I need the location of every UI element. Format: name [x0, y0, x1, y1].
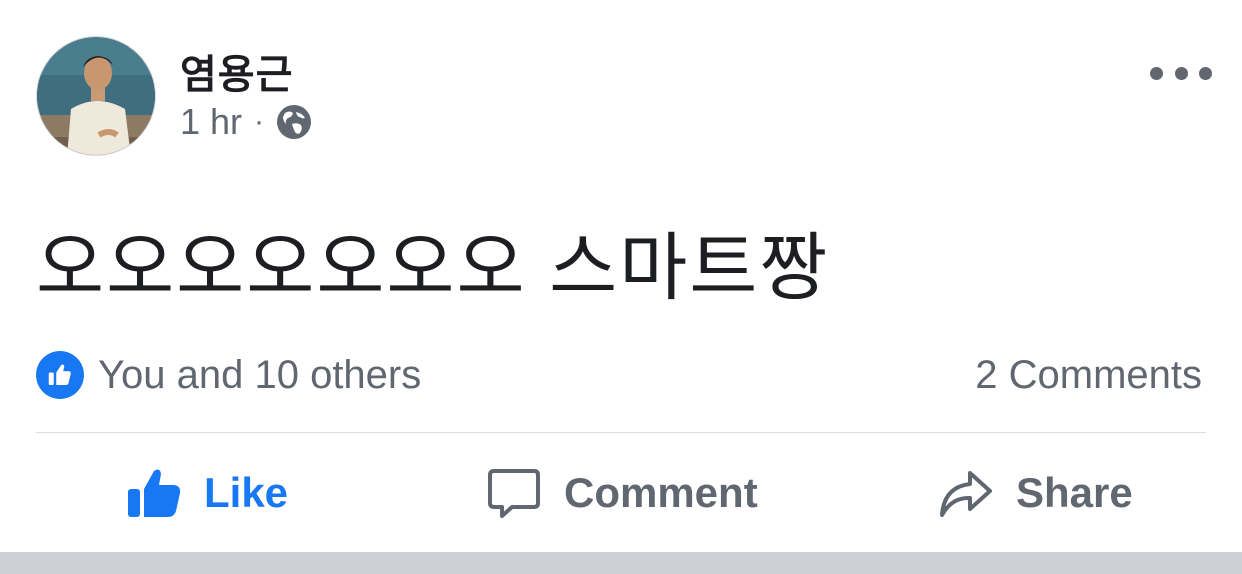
share-label: Share	[1016, 468, 1133, 516]
author-name[interactable]: 염용근	[180, 42, 293, 100]
comment-label: Comment	[564, 468, 758, 516]
comment-button[interactable]: Comment	[486, 433, 758, 552]
reactions-summary[interactable]: You and 10 others	[36, 350, 421, 400]
feed-separator	[0, 552, 1242, 574]
avatar[interactable]	[36, 36, 156, 156]
share-button[interactable]: Share	[938, 433, 1133, 552]
feed-post: 염용근 1 hr · 오오오오오오오 스마트짱 You and 10 other…	[0, 0, 1242, 552]
more-dot	[1199, 66, 1212, 80]
more-options-button[interactable]	[1150, 56, 1212, 90]
more-dot	[1174, 66, 1188, 80]
like-button[interactable]: Like	[126, 433, 288, 552]
comments-count-link[interactable]: 2 Comments	[975, 350, 1202, 400]
like-label: Like	[204, 468, 289, 516]
comment-bubble-icon	[488, 468, 540, 518]
more-dot	[1150, 66, 1163, 80]
reaction-count-text: You and 10 others	[98, 352, 422, 397]
profile-photo	[37, 37, 155, 155]
post-meta: 1 hr ·	[180, 100, 312, 144]
share-arrow-icon	[940, 470, 992, 517]
post-action-bar: Like Comment Share	[0, 433, 1242, 552]
thumbs-up-icon	[128, 469, 181, 517]
post-time[interactable]: 1 hr	[180, 101, 242, 143]
post-text: 오오오오오오오 스마트짱	[36, 226, 830, 309]
like-badge-icon	[36, 351, 84, 399]
meta-separator: ·	[254, 105, 265, 138]
globe-icon[interactable]	[276, 104, 312, 140]
